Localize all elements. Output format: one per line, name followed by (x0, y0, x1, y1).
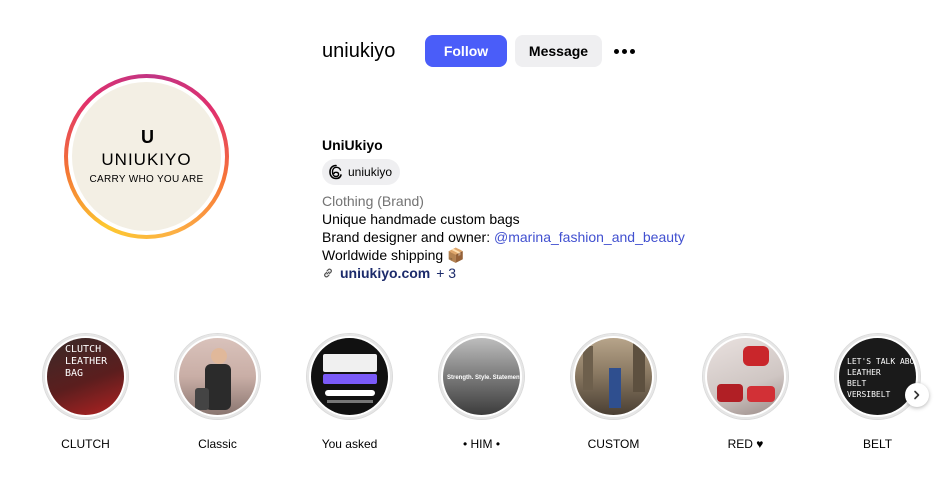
avatar-border: U UNIUKIYO CARRY WHO YOU ARE (68, 78, 225, 235)
highlight-cover-him: Strength. Style. Statement. (443, 338, 520, 415)
highlight-ring (306, 333, 393, 420)
threads-icon (329, 164, 342, 180)
profile-full-name: UniUkiyo (322, 137, 383, 153)
highlight-item[interactable]: You asked (306, 333, 393, 451)
more-options-icon[interactable] (614, 42, 638, 60)
bio-line: Brand designer and owner: @marina_fashio… (322, 228, 685, 246)
threads-link[interactable]: uniukiyo (322, 159, 401, 185)
follow-button[interactable]: Follow (425, 35, 507, 67)
logo-mark: U (141, 127, 154, 147)
highlight-ring: LET'S TALK ABOUT OUR LEATHER BELT VERSIB… (834, 333, 921, 420)
link-icon (324, 268, 332, 278)
profile-username: uniukiyo (322, 40, 396, 62)
highlight-cover-clutch: CLUTCH LEATHER BAG (47, 338, 124, 415)
avatar-logo: U UNIUKIYO CARRY WHO YOU ARE (72, 82, 221, 231)
message-button[interactable]: Message (515, 35, 602, 67)
highlight-label: You asked (321, 437, 378, 451)
chevron-right-icon (914, 390, 920, 400)
highlight-label: RED ♥ (727, 437, 764, 451)
highlight-item[interactable]: Classic (174, 333, 261, 451)
highlight-cover-red (707, 338, 784, 415)
highlight-item[interactable]: CUSTOM (570, 333, 657, 451)
bio-mention-link[interactable]: @marina_fashion_and_beauty (494, 229, 685, 245)
bio-line: Unique handmade custom bags (322, 211, 520, 227)
threads-handle: uniukiyo (348, 165, 393, 179)
highlights-next-button[interactable] (905, 383, 929, 407)
highlight-ring: Strength. Style. Statement. (438, 333, 525, 420)
highlight-label: • HIM • (462, 437, 501, 451)
highlight-label: BELT (862, 437, 893, 451)
highlight-item[interactable]: CLUTCH LEATHER BAG CLUTCH (42, 333, 129, 451)
highlight-cover-you-asked (311, 338, 388, 415)
logo-name: UNIUKIYO (101, 150, 192, 169)
highlight-ring: CLUTCH LEATHER BAG (42, 333, 129, 420)
highlight-label: CUSTOM (587, 437, 640, 451)
highlight-cover-classic (179, 338, 256, 415)
highlight-ring (702, 333, 789, 420)
highlight-label: Classic (198, 437, 237, 451)
link-text[interactable]: uniukiyo.com (340, 264, 430, 282)
highlight-ring (570, 333, 657, 420)
highlight-item[interactable]: Strength. Style. Statement. • HIM • (438, 333, 525, 451)
link-more-count[interactable]: + 3 (436, 264, 456, 282)
highlight-item[interactable]: RED ♥ (702, 333, 789, 451)
external-link[interactable]: uniukiyo.com + 3 (322, 264, 685, 282)
highlight-overlay-text: CLUTCH LEATHER BAG (65, 344, 108, 379)
story-highlights: CLUTCH LEATHER BAG CLUTCH Classic You as… (42, 333, 921, 451)
bio-line: Worldwide shipping 📦 (322, 247, 465, 263)
profile-category: Clothing (Brand) (322, 193, 424, 209)
highlight-cover-belt: LET'S TALK ABOUT OUR LEATHER BELT VERSIB… (839, 338, 916, 415)
profile-avatar[interactable]: U UNIUKIYO CARRY WHO YOU ARE (64, 74, 229, 239)
bio-text: Brand designer and owner: (322, 229, 494, 245)
logo-tagline: CARRY WHO YOU ARE (89, 174, 204, 185)
highlight-ring (174, 333, 261, 420)
highlight-cover-custom (575, 338, 652, 415)
highlight-label: CLUTCH (61, 437, 110, 451)
profile-bio: Clothing (Brand) Unique handmade custom … (322, 192, 685, 282)
highlight-overlay-text: Strength. Style. Statement. (447, 375, 520, 381)
